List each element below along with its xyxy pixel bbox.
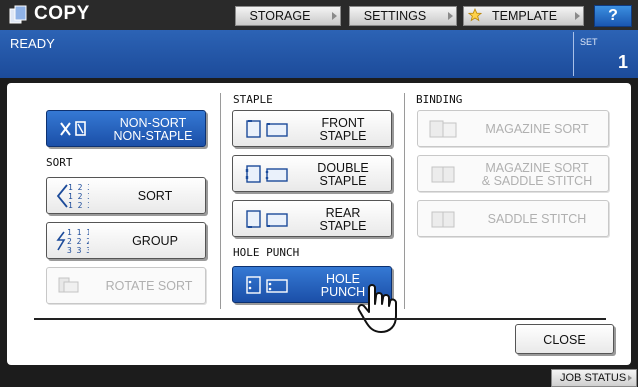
magazine-sort-button[interactable]: MAGAZINE SORT: [417, 110, 609, 147]
star-icon: [467, 7, 483, 22]
bottom-bar: [0, 367, 638, 387]
rear-staple-line2: STAPLE: [319, 219, 367, 233]
sort-icon: 1 2 3 1 2 3 1 2 3: [55, 181, 92, 216]
non-sort-label-line2: NON-STAPLE: [113, 129, 193, 143]
magazine-saddle-icon: [428, 164, 460, 189]
double-staple-line2: STAPLE: [319, 174, 367, 188]
group-label: GROUP: [132, 234, 178, 248]
close-button[interactable]: CLOSE: [515, 324, 614, 354]
sort-button[interactable]: 1 2 3 1 2 3 1 2 3 SORT: [46, 177, 206, 214]
front-staple-button[interactable]: FRONT STAPLE: [232, 110, 392, 147]
mag-saddle-line2: & SADDLE STITCH: [481, 174, 593, 188]
group-icon: 1 1 1 2 2 2 3 3 3: [55, 226, 91, 261]
svg-text:1 1 1: 1 1 1: [67, 228, 89, 237]
front-staple-line2: STAPLE: [319, 129, 367, 143]
front-staple-line1: FRONT: [321, 116, 365, 130]
saddle-stitch-icon: [428, 209, 460, 234]
job-status-button[interactable]: JOB STATUS: [551, 369, 637, 387]
hole-punch-icon: [245, 275, 291, 300]
svg-text:3 3 3: 3 3 3: [67, 246, 89, 255]
close-label: CLOSE: [543, 333, 586, 347]
job-status-label: JOB STATUS: [560, 372, 627, 384]
status-text: READY: [10, 36, 55, 51]
staple-section-heading: STAPLE: [233, 93, 273, 106]
sort-label: SORT: [137, 189, 173, 203]
double-staple-button[interactable]: DOUBLE STAPLE: [232, 155, 392, 192]
rotate-sort-label: ROTATE SORT: [105, 279, 193, 293]
double-staple-icon: [245, 164, 291, 189]
hand-pointer-icon: [357, 282, 407, 341]
column-divider: [404, 93, 405, 309]
settings-label: SETTINGS: [363, 9, 427, 23]
set-count: 1: [618, 52, 629, 72]
hole-punch-section-heading: HOLE PUNCH: [233, 246, 300, 259]
saddle-stitch-label: SADDLE STITCH: [487, 212, 587, 226]
front-staple-icon: [245, 119, 291, 144]
rear-staple-line1: REAR: [325, 206, 361, 220]
template-label: TEMPLATE: [491, 9, 558, 23]
copy-app-icon: [8, 5, 28, 25]
magazine-sort-saddle-stitch-button[interactable]: MAGAZINE SORT & SADDLE STITCH: [417, 155, 609, 192]
svg-text:1 2 3: 1 2 3: [68, 192, 89, 201]
non-sort-non-staple-button[interactable]: NON-SORT NON-STAPLE: [46, 110, 206, 147]
binding-section-heading: BINDING: [416, 93, 463, 106]
non-sort-label-line1: NON-SORT: [119, 116, 187, 130]
chevron-right-icon: [575, 12, 580, 20]
non-sort-icon: [59, 120, 89, 143]
chevron-right-icon: [628, 375, 632, 381]
magazine-sort-label: MAGAZINE SORT: [485, 122, 589, 136]
app-title: COPY: [34, 3, 90, 24]
settings-button[interactable]: SETTINGS: [349, 6, 457, 26]
group-button[interactable]: 1 1 1 2 2 2 3 3 3 GROUP: [46, 222, 206, 259]
status-bar: [0, 30, 638, 78]
rear-staple-icon: [245, 209, 291, 234]
column-divider: [220, 93, 221, 309]
rear-staple-button[interactable]: REAR STAPLE: [232, 200, 392, 237]
storage-button[interactable]: STORAGE: [235, 6, 341, 26]
svg-text:2 2 2: 2 2 2: [67, 237, 89, 246]
rotate-sort-icon: [57, 276, 81, 301]
svg-text:1 2 3: 1 2 3: [68, 183, 89, 192]
chevron-right-icon: [332, 12, 337, 20]
chevron-right-icon: [448, 12, 453, 20]
help-button[interactable]: ?: [594, 5, 632, 27]
sort-section-heading: SORT: [46, 156, 73, 169]
footer-divider: [34, 318, 606, 320]
double-staple-line1: DOUBLE: [317, 161, 369, 175]
template-button[interactable]: TEMPLATE: [463, 6, 584, 26]
set-label: SET: [580, 37, 598, 47]
saddle-stitch-button[interactable]: SADDLE STITCH: [417, 200, 609, 237]
rotate-sort-button[interactable]: ROTATE SORT: [46, 267, 206, 304]
magazine-sort-icon: [428, 119, 460, 144]
svg-text:1 2 3: 1 2 3: [68, 201, 89, 210]
storage-label: STORAGE: [249, 9, 311, 23]
mag-saddle-line1: MAGAZINE SORT: [485, 161, 589, 175]
